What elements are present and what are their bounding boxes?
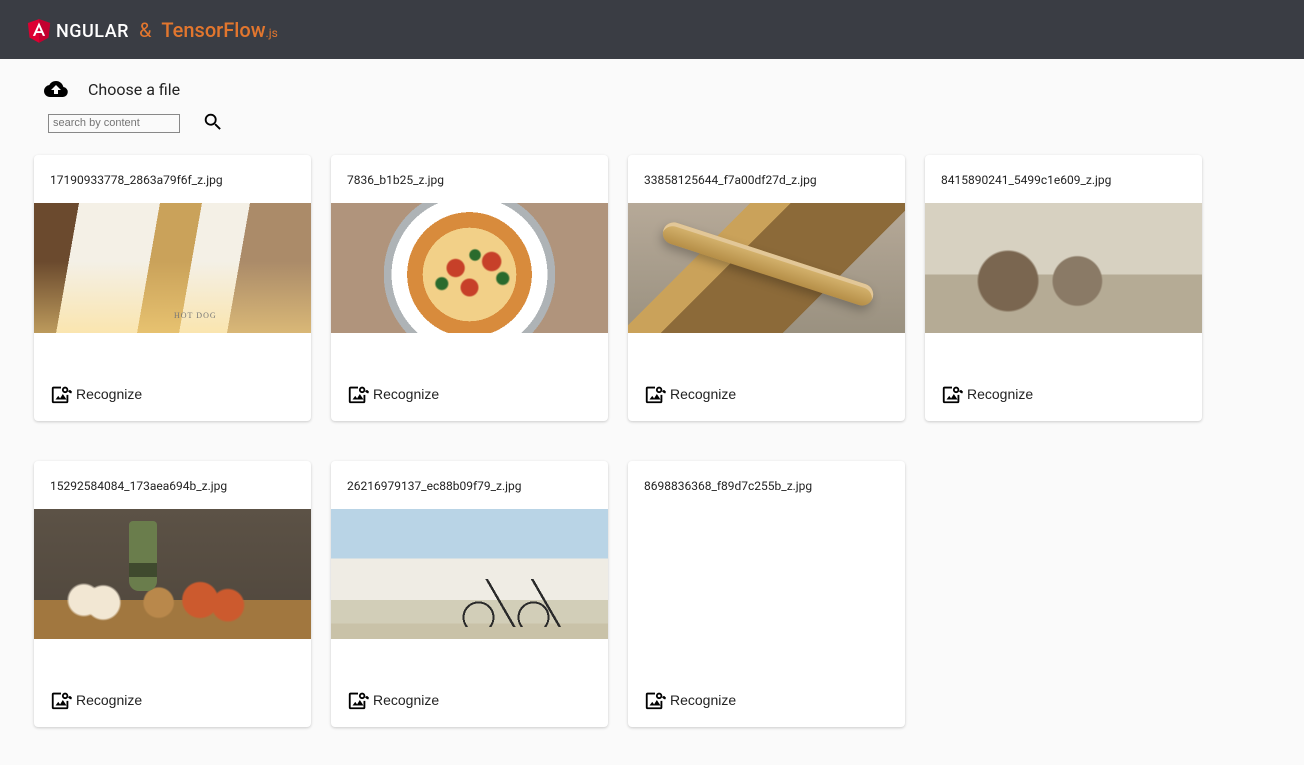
recognize-button[interactable]: Recognize bbox=[347, 689, 439, 711]
card-filename: 15292584084_173aea694b_z.jpg bbox=[34, 461, 311, 509]
recognize-label: Recognize bbox=[76, 386, 142, 402]
search-icon[interactable] bbox=[202, 111, 226, 135]
recognize-label: Recognize bbox=[670, 386, 736, 402]
app-header: NGULAR & TensorFlow.js bbox=[0, 0, 1304, 59]
image-card: 33858125644_f7a00df27d_z.jpg Recognize bbox=[628, 155, 905, 421]
recognize-label: Recognize bbox=[670, 692, 736, 708]
recognize-label: Recognize bbox=[373, 692, 439, 708]
cloud-upload-icon bbox=[44, 77, 68, 101]
image-search-icon bbox=[941, 383, 963, 405]
image-card: 8415890241_5499c1e609_z.jpg Recognize bbox=[925, 155, 1202, 421]
card-filename: 8698836368_f89d7c255b_z.jpg bbox=[628, 461, 905, 509]
angular-shield-icon bbox=[26, 17, 52, 43]
recognize-label: Recognize bbox=[967, 386, 1033, 402]
recognize-button[interactable]: Recognize bbox=[644, 383, 736, 405]
image-card: 17190933778_2863a79f6f_z.jpg Recognize bbox=[34, 155, 311, 421]
image-grid: 17190933778_2863a79f6f_z.jpg Recognize 7… bbox=[34, 155, 1262, 747]
image-card: 15292584084_173aea694b_z.jpg Recognize bbox=[34, 461, 311, 727]
brand-logo: NGULAR & TensorFlow.js bbox=[26, 17, 278, 43]
image-card: 8698836368_f89d7c255b_z.jpg Recognize bbox=[628, 461, 905, 727]
brand-separator: & bbox=[139, 18, 151, 42]
recognize-button[interactable]: Recognize bbox=[644, 689, 736, 711]
search-input[interactable] bbox=[48, 114, 180, 133]
card-filename: 7836_b1b25_z.jpg bbox=[331, 155, 608, 203]
card-thumbnail bbox=[34, 509, 311, 639]
card-thumbnail bbox=[331, 509, 608, 639]
image-search-icon bbox=[347, 689, 369, 711]
card-filename: 33858125644_f7a00df27d_z.jpg bbox=[628, 155, 905, 203]
upload-control[interactable]: Choose a file bbox=[44, 77, 1262, 101]
image-search-icon bbox=[644, 689, 666, 711]
image-card: 26216979137_ec88b09f79_z.jpg Recognize bbox=[331, 461, 608, 727]
recognize-label: Recognize bbox=[76, 692, 142, 708]
card-filename: 26216979137_ec88b09f79_z.jpg bbox=[331, 461, 608, 509]
brand-angular-text: NGULAR bbox=[56, 21, 129, 42]
recognize-button[interactable]: Recognize bbox=[50, 383, 142, 405]
card-filename: 17190933778_2863a79f6f_z.jpg bbox=[34, 155, 311, 203]
search-control bbox=[48, 111, 1262, 135]
recognize-button[interactable]: Recognize bbox=[941, 383, 1033, 405]
recognize-label: Recognize bbox=[373, 386, 439, 402]
brand-tensorflow-text: TensorFlow.js bbox=[161, 18, 277, 42]
image-card: 7836_b1b25_z.jpg Recognize bbox=[331, 155, 608, 421]
recognize-button[interactable]: Recognize bbox=[347, 383, 439, 405]
content-area: Choose a file 17190933778_2863a79f6f_z.j… bbox=[0, 59, 1304, 765]
image-search-icon bbox=[347, 383, 369, 405]
image-search-icon bbox=[50, 689, 72, 711]
image-search-icon bbox=[644, 383, 666, 405]
card-thumbnail bbox=[925, 203, 1202, 333]
card-filename: 8415890241_5499c1e609_z.jpg bbox=[925, 155, 1202, 203]
card-thumbnail bbox=[34, 203, 311, 333]
upload-label: Choose a file bbox=[88, 80, 180, 99]
image-search-icon bbox=[50, 383, 72, 405]
brand-text: NGULAR & TensorFlow.js bbox=[58, 18, 278, 42]
card-thumbnail bbox=[331, 203, 608, 333]
card-thumbnail bbox=[628, 203, 905, 333]
recognize-button[interactable]: Recognize bbox=[50, 689, 142, 711]
